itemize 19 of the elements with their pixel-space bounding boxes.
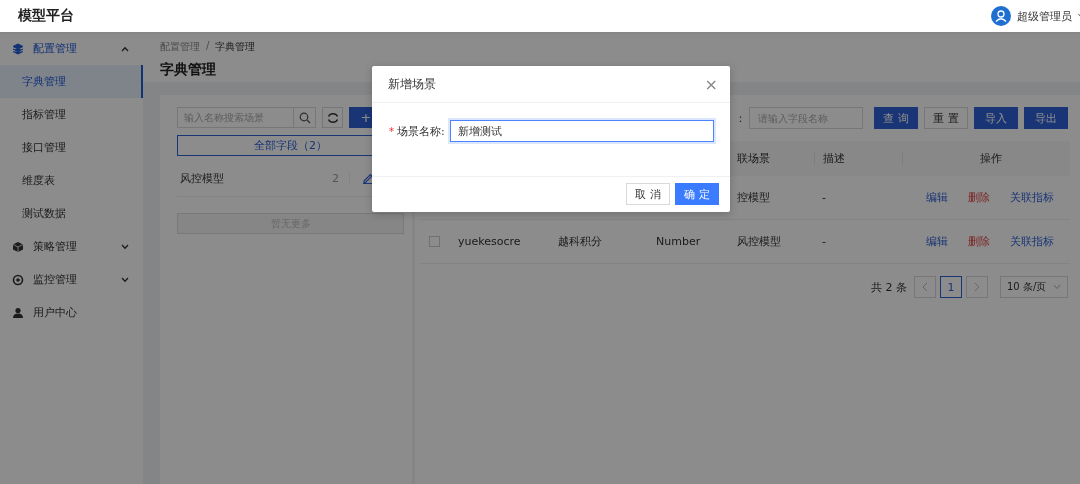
dialog-title: 新增场景 (388, 75, 436, 93)
column-header: 操作 (979, 151, 1002, 166)
app-title: 模型平台 (18, 7, 74, 25)
table-cell: 越科积分 (558, 235, 602, 248)
total-count: 共 2 条 (871, 279, 907, 295)
table-cell: Number (656, 235, 701, 248)
scene-count: 2 (332, 171, 350, 185)
column-header: 联场景 (737, 152, 770, 165)
table-cell: yuekesocre (458, 235, 521, 248)
table-cell: 风控模型 (737, 235, 781, 248)
table-cell: - (822, 191, 826, 204)
column-header: 描述 (823, 152, 845, 165)
breadcrumb-item: 字典管理 (215, 40, 256, 54)
table-cell: 控模型 (737, 191, 770, 204)
required-mark: * (389, 125, 394, 137)
table-cell: - (822, 235, 826, 248)
breadcrumb-separator: / (206, 40, 210, 53)
page-title: 字典管理 (160, 61, 217, 79)
filter-label: ： (735, 110, 746, 126)
